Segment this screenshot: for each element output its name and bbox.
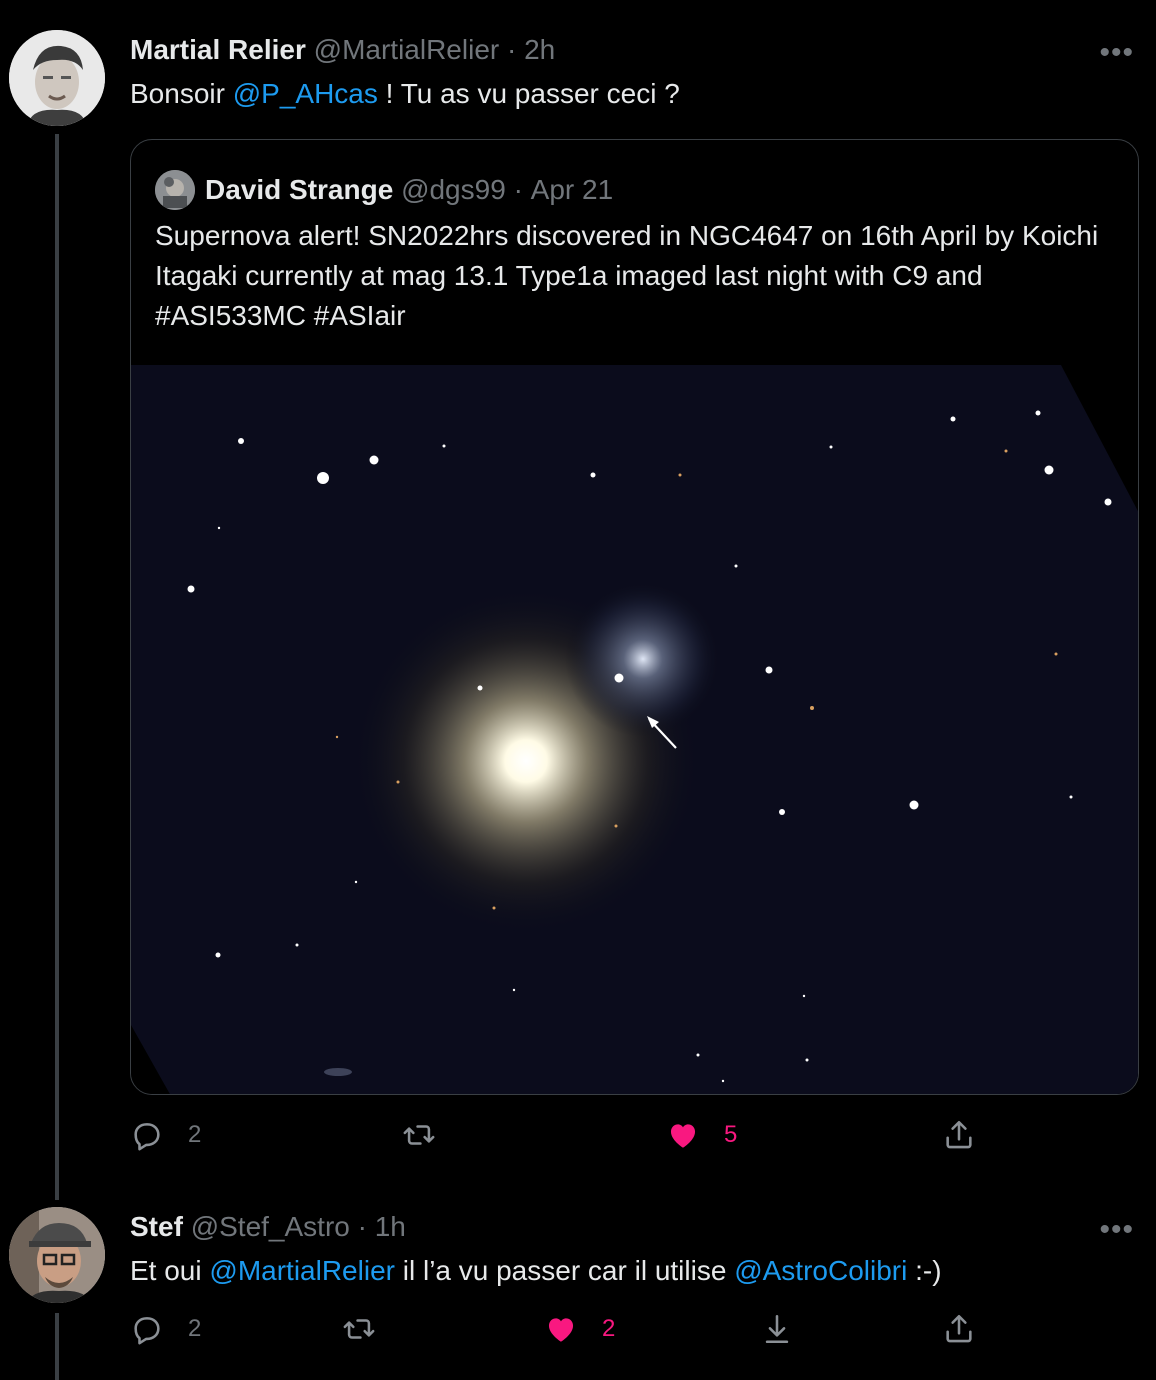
thread-line bbox=[55, 1313, 59, 1380]
separator-dot: · bbox=[513, 174, 523, 205]
reply-button[interactable]: 2 bbox=[130, 1312, 201, 1346]
tweet-martial: Martial Relier @MartialRelier · 2h ••• B… bbox=[0, 0, 1156, 1200]
tweet-actions: 2 5 bbox=[130, 1118, 1130, 1166]
tweet-header: Martial Relier @MartialRelier · 2h bbox=[130, 34, 555, 66]
share-button[interactable] bbox=[942, 1118, 976, 1152]
mention-link[interactable]: @AstroColibri bbox=[734, 1255, 907, 1286]
author-handle[interactable]: @MartialRelier bbox=[314, 34, 500, 65]
share-button[interactable] bbox=[942, 1312, 976, 1346]
timestamp[interactable]: 2h bbox=[524, 34, 555, 65]
reply-count: 2 bbox=[188, 1315, 202, 1342]
text-middle: il l’a vu passer car il utilise bbox=[394, 1255, 735, 1286]
avatar-martial[interactable] bbox=[9, 30, 105, 126]
reply-icon bbox=[134, 1317, 160, 1345]
quote-header: David Strange @dgs99 · Apr 21 bbox=[155, 170, 613, 210]
heart-filled-icon bbox=[548, 1318, 574, 1342]
text-suffix: :-) bbox=[907, 1255, 942, 1286]
more-options-icon[interactable]: ••• bbox=[1099, 1215, 1134, 1245]
avatar-david bbox=[155, 170, 195, 210]
like-count: 5 bbox=[724, 1121, 738, 1148]
like-button[interactable]: 5 bbox=[666, 1118, 737, 1152]
text-suffix: ! Tu as vu passer ceci ? bbox=[377, 78, 680, 109]
avatar-stef[interactable] bbox=[9, 1207, 105, 1303]
tweet-stef: Stef @Stef_Astro · 1h ••• Et oui @Martia… bbox=[0, 1200, 1156, 1380]
heart-filled-icon bbox=[670, 1124, 696, 1148]
text-prefix: Et oui bbox=[130, 1255, 210, 1286]
mention-link[interactable]: @MartialRelier bbox=[209, 1255, 395, 1286]
galaxy-image[interactable] bbox=[131, 365, 1138, 1094]
author-name[interactable]: Martial Relier bbox=[130, 34, 306, 65]
retweet-icon bbox=[403, 1125, 435, 1145]
share-icon bbox=[946, 1120, 972, 1149]
retweet-button[interactable] bbox=[402, 1118, 460, 1152]
quote-timestamp: Apr 21 bbox=[530, 174, 614, 205]
tweet-text: Et oui @MartialRelier il l’a vu passer c… bbox=[130, 1255, 942, 1287]
tweet-text: Bonsoir @P_AHcas ! Tu as vu passer ceci … bbox=[130, 78, 680, 110]
reply-count: 2 bbox=[188, 1121, 202, 1148]
download-icon bbox=[765, 1314, 789, 1344]
text-prefix: Bonsoir bbox=[130, 78, 233, 109]
timestamp[interactable]: 1h bbox=[375, 1211, 406, 1242]
author-handle[interactable]: @Stef_Astro bbox=[191, 1211, 350, 1242]
thread-line bbox=[55, 134, 59, 1200]
separator-dot: · bbox=[507, 34, 517, 65]
quote-author-handle: @dgs99 bbox=[401, 174, 506, 205]
share-icon bbox=[946, 1314, 972, 1343]
retweet-button[interactable] bbox=[342, 1312, 400, 1346]
more-options-icon[interactable]: ••• bbox=[1099, 38, 1134, 68]
reply-icon bbox=[134, 1123, 160, 1151]
like-button[interactable]: 2 bbox=[544, 1312, 615, 1346]
quoted-tweet[interactable]: David Strange @dgs99 · Apr 21 Supernova … bbox=[130, 139, 1139, 1095]
tweet-actions: 2 2 bbox=[130, 1312, 1130, 1360]
reply-button[interactable]: 2 bbox=[130, 1118, 201, 1152]
download-button[interactable] bbox=[760, 1312, 794, 1346]
quote-text: Supernova alert! SN2022hrs discovered in… bbox=[155, 220, 1099, 331]
mention-link[interactable]: @P_AHcas bbox=[233, 78, 378, 109]
author-name[interactable]: Stef bbox=[130, 1211, 183, 1242]
separator-dot: · bbox=[357, 1211, 367, 1242]
retweet-icon bbox=[343, 1319, 375, 1339]
like-count: 2 bbox=[602, 1315, 616, 1342]
quote-author-name: David Strange bbox=[205, 174, 394, 205]
tweet-header: Stef @Stef_Astro · 1h bbox=[130, 1211, 406, 1243]
